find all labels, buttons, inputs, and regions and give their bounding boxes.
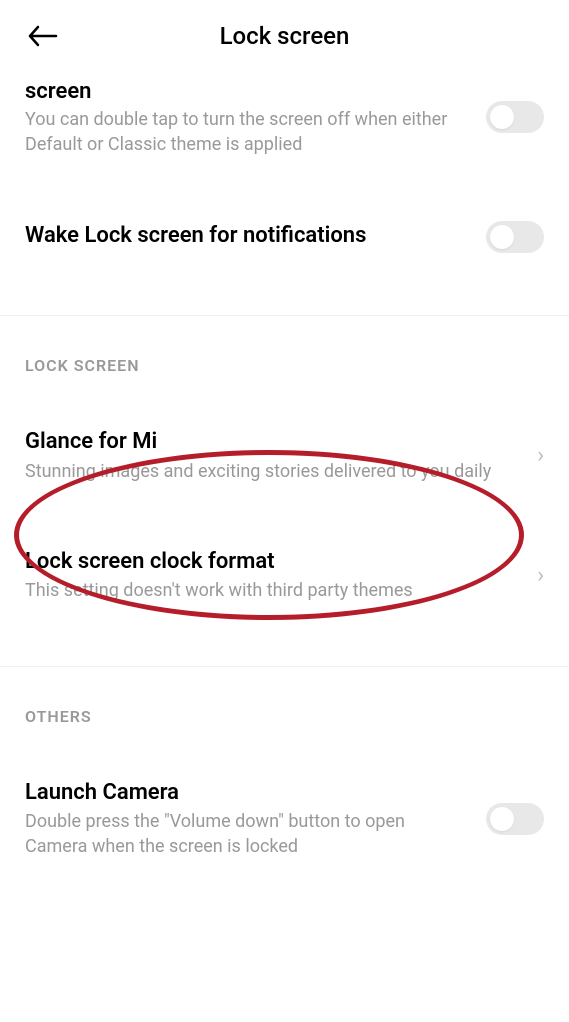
wake-lock-setting[interactable]: Wake Lock screen for notifications: [0, 209, 569, 265]
launch-camera-desc: Double press the "Volume down" button to…: [25, 809, 466, 859]
clock-format-title: Lock screen clock format: [25, 548, 509, 577]
wake-lock-toggle[interactable]: [486, 221, 544, 253]
launch-camera-title: Launch Camera: [25, 779, 466, 808]
others-section-header: OTHERS: [0, 667, 569, 742]
page-title: Lock screen: [25, 22, 544, 50]
settings-content: screen You can double tap to turn the sc…: [0, 78, 569, 872]
wake-lock-text: Wake Lock screen for notifications: [25, 222, 486, 253]
lock-screen-section-header: LOCK SCREEN: [0, 316, 569, 391]
launch-camera-text: Launch Camera Double press the "Volume d…: [25, 779, 486, 860]
glance-setting[interactable]: Glance for Mi Stunning images and exciti…: [0, 416, 569, 496]
glance-title: Glance for Mi: [25, 428, 509, 457]
glance-text: Glance for Mi Stunning images and exciti…: [25, 428, 529, 484]
clock-format-setting[interactable]: Lock screen clock format This setting do…: [0, 536, 569, 616]
chevron-right-icon: ›: [537, 443, 544, 468]
wake-lock-title: Wake Lock screen for notifications: [25, 222, 466, 251]
double-tap-setting[interactable]: screen You can double tap to turn the sc…: [0, 78, 569, 169]
clock-format-desc: This setting doesn't work with third par…: [25, 578, 509, 603]
clock-format-text: Lock screen clock format This setting do…: [25, 548, 529, 604]
double-tap-text: screen You can double tap to turn the sc…: [25, 78, 486, 157]
chevron-right-icon: ›: [537, 563, 544, 588]
double-tap-desc: You can double tap to turn the screen of…: [25, 107, 466, 157]
launch-camera-setting[interactable]: Launch Camera Double press the "Volume d…: [0, 767, 569, 872]
toggle-knob: [490, 105, 514, 129]
toggle-knob: [490, 807, 514, 831]
glance-desc: Stunning images and exciting stories del…: [25, 459, 509, 484]
page-header: Lock screen: [0, 0, 569, 72]
double-tap-title-partial: screen: [25, 78, 466, 107]
toggle-knob: [490, 225, 514, 249]
double-tap-toggle[interactable]: [486, 101, 544, 133]
launch-camera-toggle[interactable]: [486, 803, 544, 835]
